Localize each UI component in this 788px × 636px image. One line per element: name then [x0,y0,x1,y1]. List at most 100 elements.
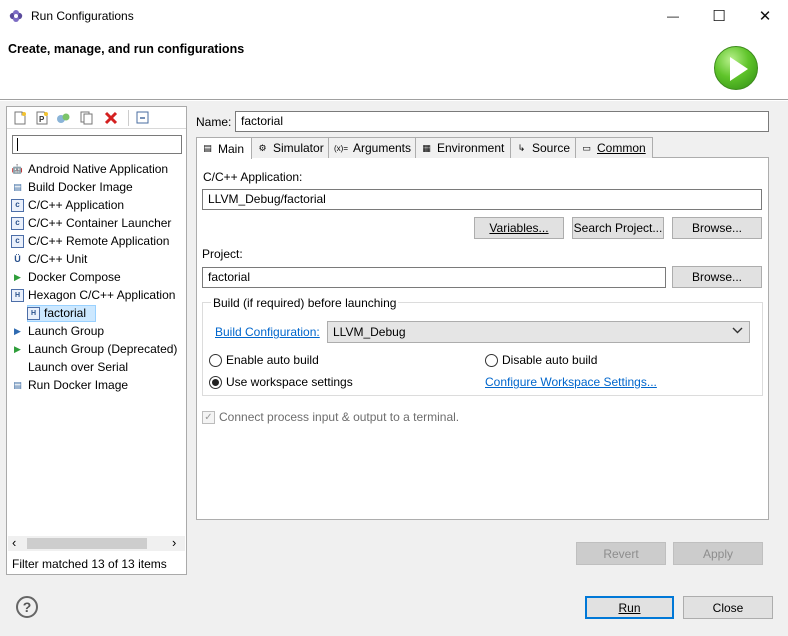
scrollbar-thumb[interactable] [27,538,147,549]
tab-common[interactable]: ▭ Common [575,137,653,158]
tree-item-label: Hexagon C/C++ Application [28,288,176,302]
eclipse-app-icon [8,8,24,24]
tree-category-item[interactable]: Ü C/C++ Unit [11,250,87,268]
environment-tab-icon: ▦ [422,142,431,153]
configuration-tree-panel: P 🤖 Android Native Application ▤ Build Dock… [6,106,187,575]
chevron-down-icon [732,325,743,339]
tree-item-label: C/C++ Remote Application [28,234,170,248]
configure-workspace-link[interactable]: Configure Workspace Settings... [485,375,657,389]
tree-category-item[interactable]: ▤ Run Docker Image [11,376,128,394]
text-caret [17,138,18,151]
tree-category-item[interactable]: ▶ Launch Group [11,322,104,340]
common-tab-icon: ▭ [582,142,591,153]
tree-item-label: factorial [44,306,87,320]
build-group-title: Build (if required) before launching [211,296,399,310]
disable-auto-build-radio[interactable]: Disable auto build [485,353,597,367]
tab-main[interactable]: ▤ Main [196,137,252,159]
radio-icon [209,353,222,367]
c-container-icon: c [11,216,24,230]
c-remote-icon: c [11,234,24,248]
export-icon[interactable] [56,111,70,125]
tree-toolbar: P [7,107,186,129]
maximize-button[interactable]: ☐ [696,0,742,32]
build-configuration-value: LLVM_Debug [333,325,406,339]
svg-text:P: P [39,115,45,124]
arguments-tab-icon: (x)= [333,143,348,153]
android-icon: 🤖 [11,163,24,174]
run-icon [714,46,758,90]
build-configuration-select[interactable]: LLVM_Debug [327,321,750,343]
scroll-left-icon[interactable]: ‹ [12,535,16,550]
filter-input[interactable] [12,135,182,154]
search-project-button[interactable]: Search Project... [572,217,664,239]
apply-button-label: Apply [702,546,734,561]
browse-application-button[interactable]: Browse... [672,217,762,239]
collapse-all-icon[interactable] [136,111,150,125]
minimize-icon: — [667,9,679,23]
duplicate-icon[interactable] [80,111,94,125]
close-button[interactable]: Close [683,596,773,619]
use-workspace-settings-radio[interactable]: Use workspace settings [209,375,353,389]
browse-project-button-label: Browse... [691,270,742,284]
play-icon [730,57,748,81]
run-button-label: Run [618,600,641,615]
tree-category-item[interactable]: ▶ Launch Group (Deprecated) [11,340,177,358]
project-label: Project: [202,247,243,261]
variables-button[interactable]: Variables... [474,217,564,239]
close-icon: ✕ [758,8,772,25]
new-prototype-icon[interactable]: P [35,111,49,125]
tree-item-label: C/C++ Unit [28,252,88,266]
run-button[interactable]: Run [585,596,674,619]
radio-selected-icon [209,375,222,389]
tree-item-label: Launch over Serial [28,360,129,374]
tree-category-item[interactable]: c C/C++ Container Launcher [11,214,171,232]
tree-category-item[interactable]: 🤖 Android Native Application [11,160,168,178]
title-bar: Run Configurations — ☐ ✕ [0,0,788,32]
enable-auto-build-radio[interactable]: Enable auto build [209,353,319,367]
tree-category-item[interactable]: c C/C++ Application [11,196,124,214]
minimize-button[interactable]: — [650,0,696,32]
browse-project-button[interactable]: Browse... [672,266,762,288]
tree-category-item[interactable]: ▤ Build Docker Image [11,178,133,196]
filter-status: Filter matched 13 of 13 items [12,557,167,571]
scroll-right-icon[interactable]: › [172,535,176,550]
close-window-button[interactable]: ✕ [742,0,788,32]
tab-label: Source [532,141,571,155]
connect-terminal-checkbox[interactable]: ✓ Connect process input & output to a te… [202,410,459,424]
horizontal-scrollbar[interactable]: ‹ › [8,535,185,551]
help-glyph: ? [22,599,32,615]
tree-item-label: Launch Group [28,324,105,338]
tree-item-label: Build Docker Image [28,180,133,194]
application-label: C/C++ Application: [203,170,303,184]
tab-label: Simulator [273,141,324,155]
tree-item-label: Run Docker Image [28,378,129,392]
simulator-tab-icon: ⚙ [258,142,267,153]
tab-arguments[interactable]: (x)= Arguments [328,137,416,158]
tab-source[interactable]: ↳ Source [510,137,576,158]
dialog-header: Create, manage, and run configurations [0,32,788,100]
help-icon[interactable]: ? [16,596,38,618]
tab-simulator[interactable]: ⚙ Simulator [251,137,329,158]
tree-category-item[interactable]: H Hexagon C/C++ Application [11,286,175,304]
use-workspace-settings-label: Use workspace settings [226,375,353,389]
tree-category-item[interactable]: c C/C++ Remote Application [11,232,169,250]
tree-config-item[interactable]: Hfactorial [27,304,86,322]
build-configuration-link[interactable]: Build Configuration: [215,325,320,339]
application-input[interactable]: LLVM_Debug/factorial [202,189,762,210]
name-input[interactable]: factorial [235,111,769,132]
new-configuration-icon[interactable] [13,111,27,125]
project-input[interactable]: factorial [202,267,666,288]
tab-environment[interactable]: ▦ Environment [415,137,511,158]
tab-label: Main [218,141,245,156]
toolbar-separator [128,110,129,126]
hexagon-config-icon: H [27,306,40,320]
revert-button[interactable]: Revert [576,542,666,565]
tree-category-item[interactable]: Launch over Serial [11,358,128,376]
radio-icon [485,353,498,367]
tab-label: Environment [437,141,505,155]
search-project-button-label: Search Project... [573,221,663,235]
docker-build-icon: ▤ [13,181,22,192]
apply-button[interactable]: Apply [673,542,763,565]
delete-icon[interactable] [104,111,118,125]
tree-category-item[interactable]: ▶ Docker Compose [11,268,121,286]
